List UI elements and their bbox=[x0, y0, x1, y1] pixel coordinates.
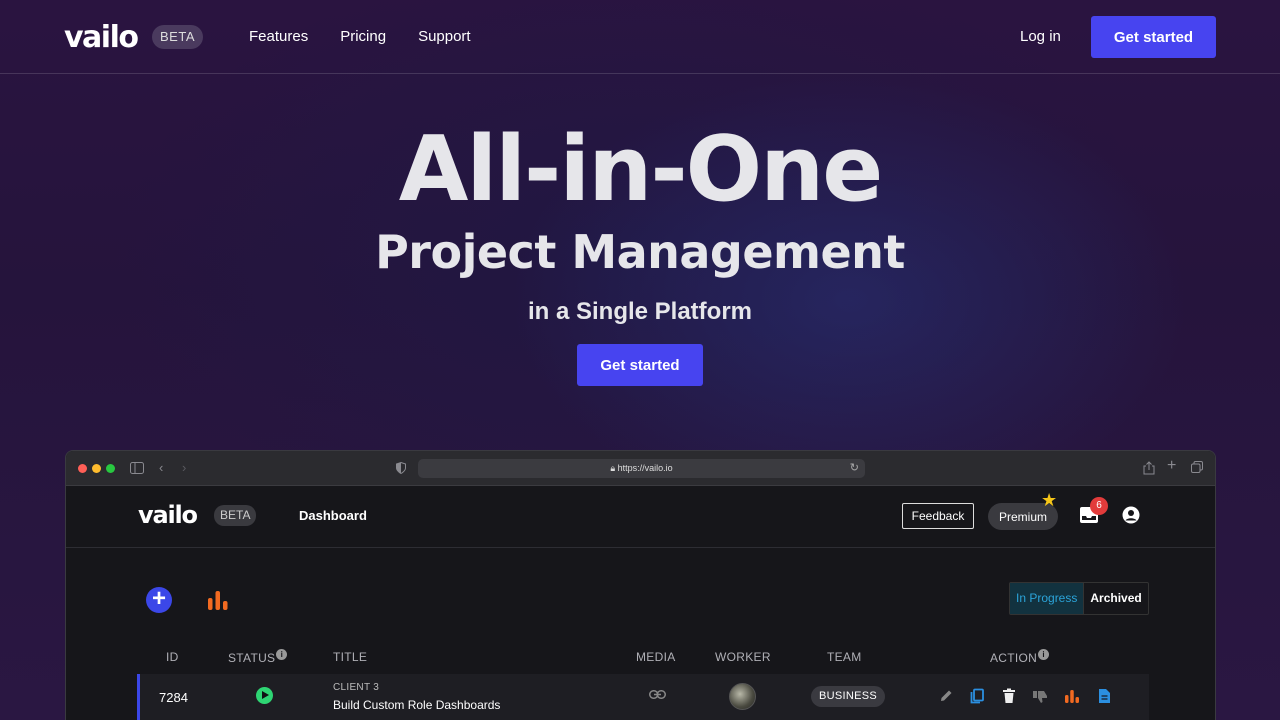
col-action-label: ACTION bbox=[990, 651, 1038, 665]
col-media: MEDIA bbox=[636, 650, 676, 664]
lock-icon: 🔒︎ bbox=[610, 463, 616, 473]
back-icon: ‹ bbox=[159, 460, 164, 475]
project-filter-toggle: In Progress Archived bbox=[1009, 582, 1149, 615]
login-link[interactable]: Log in bbox=[1020, 26, 1061, 48]
forward-icon: › bbox=[182, 460, 187, 475]
document-icon[interactable] bbox=[1096, 688, 1112, 704]
row-client: CLIENT 3 bbox=[333, 682, 380, 693]
star-icon: ★ bbox=[1041, 490, 1058, 510]
col-team: TEAM bbox=[827, 650, 862, 664]
worker-avatar[interactable] bbox=[729, 683, 756, 710]
nav-link-features[interactable]: Features bbox=[249, 26, 308, 48]
hero-subtitle: Project Management bbox=[375, 225, 905, 279]
app-header: vailo BETA Dashboard Feedback Premium ★ … bbox=[66, 486, 1215, 548]
team-badge: BUSINESS bbox=[811, 686, 886, 707]
info-icon[interactable]: i bbox=[1038, 649, 1050, 660]
trash-icon[interactable] bbox=[1001, 688, 1017, 704]
minimize-dot-icon bbox=[92, 464, 101, 473]
col-status: STATUS i bbox=[228, 649, 288, 666]
nav-link-support[interactable]: Support bbox=[418, 26, 471, 48]
play-status-icon[interactable] bbox=[256, 687, 273, 704]
feedback-button[interactable]: Feedback bbox=[902, 503, 974, 529]
link-icon[interactable] bbox=[649, 690, 666, 699]
hero-tagline: in a Single Platform bbox=[527, 298, 753, 325]
row-id: 7284 bbox=[159, 690, 188, 705]
stats-bar-icon[interactable] bbox=[1064, 688, 1080, 704]
app-beta-badge: BETA bbox=[214, 505, 257, 526]
nav-links: Features Pricing Support bbox=[249, 26, 471, 48]
row-title[interactable]: Build Custom Role Dashboards bbox=[333, 698, 500, 712]
browser-mockup: ‹ › 🔒︎ https://vailo.io ↻ + vailo BETA D… bbox=[65, 450, 1216, 720]
new-tab-icon: + bbox=[1167, 457, 1177, 474]
thumbs-down-icon[interactable] bbox=[1032, 688, 1048, 704]
user-account-icon[interactable] bbox=[1122, 506, 1140, 524]
col-id: ID bbox=[166, 650, 179, 664]
col-action: ACTION i bbox=[990, 649, 1050, 666]
edit-pencil-icon[interactable] bbox=[938, 688, 954, 704]
dashboard-link[interactable]: Dashboard bbox=[299, 508, 367, 524]
info-icon[interactable]: i bbox=[276, 649, 288, 660]
url-text: https://vailo.io bbox=[617, 463, 673, 473]
site-logo[interactable]: vailo bbox=[64, 20, 139, 56]
app-logo[interactable]: vailo bbox=[138, 500, 198, 530]
bar-chart-icon[interactable] bbox=[207, 589, 229, 611]
nav-link-pricing[interactable]: Pricing bbox=[340, 26, 386, 48]
close-dot-icon bbox=[78, 464, 87, 473]
filter-in-progress[interactable]: In Progress bbox=[1010, 583, 1085, 614]
browser-toolbar: ‹ › 🔒︎ https://vailo.io ↻ + bbox=[66, 451, 1215, 486]
filter-archived[interactable]: Archived bbox=[1084, 583, 1147, 614]
beta-badge: BETA bbox=[152, 25, 203, 49]
table-row[interactable]: 7284 CLIENT 3 Build Custom Role Dashboar… bbox=[137, 674, 1149, 720]
col-title: TITLE bbox=[333, 650, 368, 664]
maximize-dot-icon bbox=[106, 464, 115, 473]
nav-get-started-button[interactable]: Get started bbox=[1091, 16, 1216, 58]
url-bar[interactable]: 🔒︎ https://vailo.io ↻ bbox=[418, 459, 865, 478]
reload-icon[interactable]: ↻ bbox=[850, 459, 859, 478]
col-worker: WORKER bbox=[715, 650, 771, 664]
copy-icon[interactable] bbox=[969, 688, 985, 704]
add-project-button[interactable]: + bbox=[146, 587, 172, 613]
sidebar-icon bbox=[130, 462, 144, 474]
top-nav: vailo BETA Features Pricing Support Log … bbox=[0, 0, 1280, 74]
share-icon bbox=[1143, 461, 1155, 475]
table-header: ID STATUS i TITLE MEDIA WORKER TEAM ACTIO… bbox=[138, 649, 1149, 667]
hero-get-started-button[interactable]: Get started bbox=[577, 344, 703, 386]
col-status-label: STATUS bbox=[228, 651, 276, 665]
tabs-overview-icon bbox=[1191, 461, 1203, 473]
notification-count-badge: 6 bbox=[1090, 497, 1108, 515]
shield-icon bbox=[396, 462, 406, 474]
hero-title: All-in-One bbox=[398, 117, 884, 222]
